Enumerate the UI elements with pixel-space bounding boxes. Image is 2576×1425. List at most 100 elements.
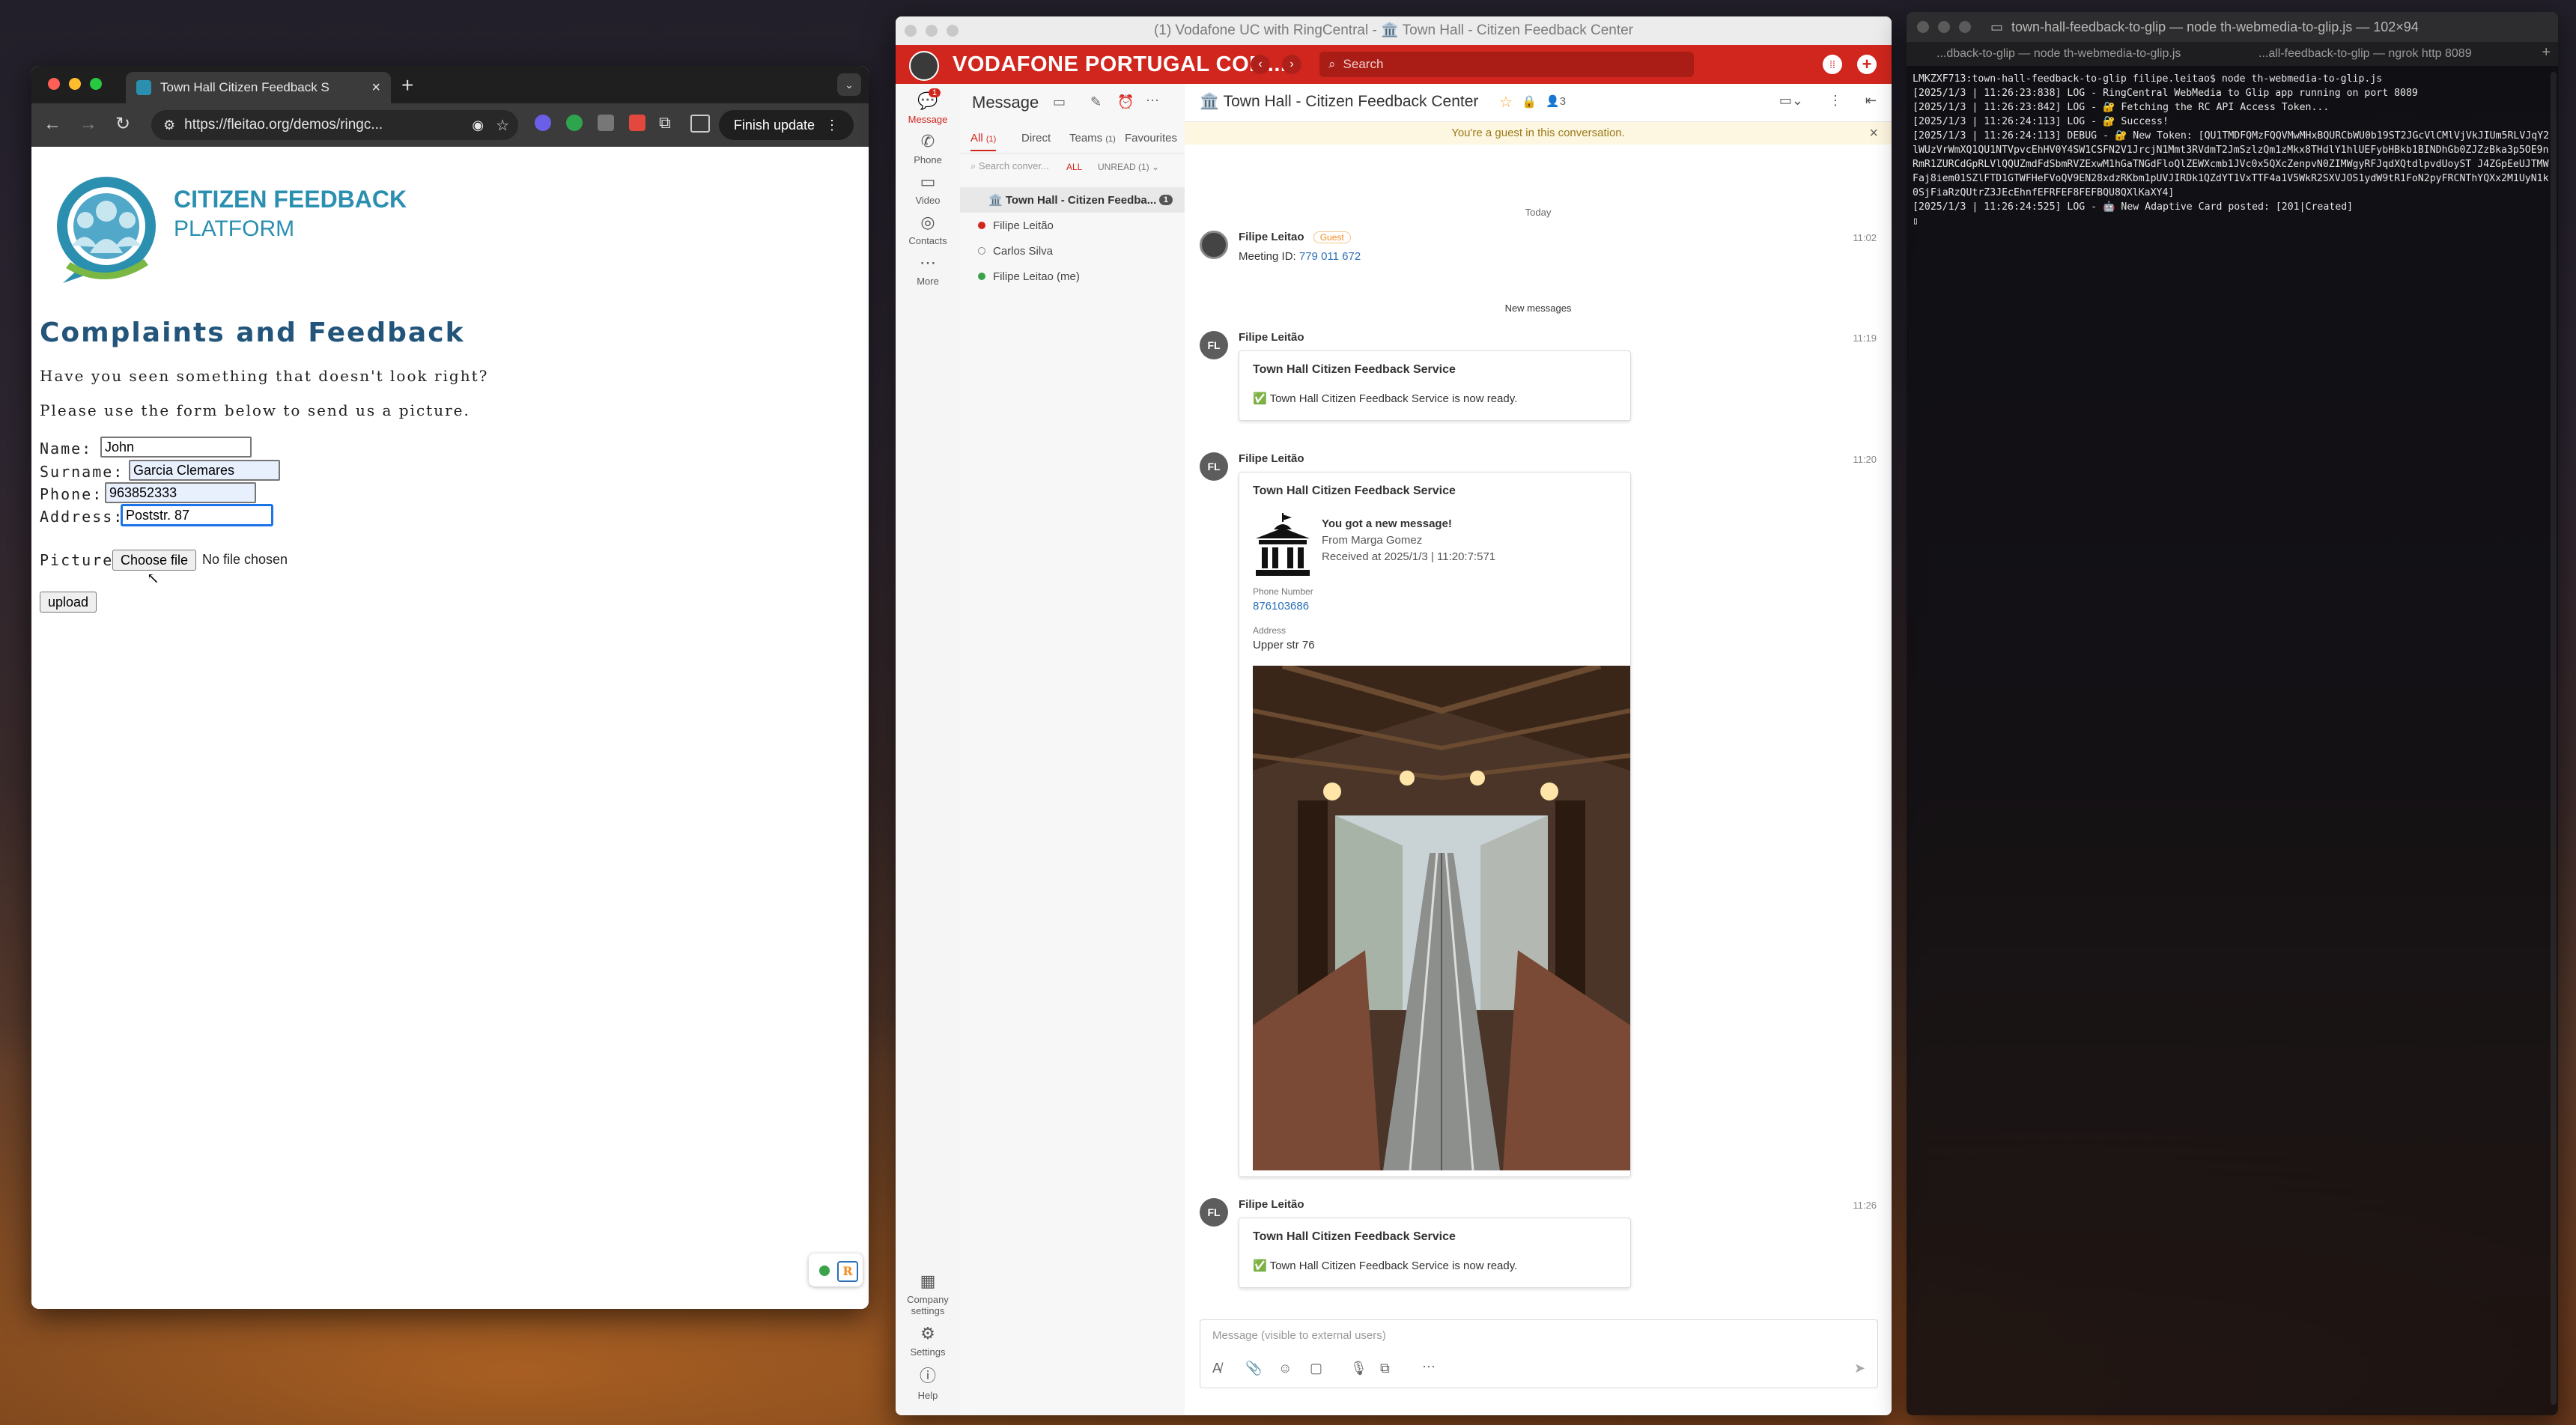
filter-all-tab[interactable]: All (1): [970, 132, 997, 151]
sidebar-icon[interactable]: [690, 115, 710, 133]
close-window-button[interactable]: [905, 25, 917, 37]
close-window-button[interactable]: [48, 78, 60, 90]
conversation-item-me[interactable]: Filipe Leitao (me): [960, 264, 1185, 289]
rail-contacts[interactable]: ◎ Contacts: [896, 213, 960, 246]
terminal-tab-ngrok[interactable]: ...all-feedback-to-glip — ngrok http 808…: [2258, 47, 2472, 61]
text-format-icon[interactable]: A̸: [1212, 1361, 1221, 1376]
dialpad-icon[interactable]: ⁞⁞: [1823, 55, 1842, 74]
tab-search-button[interactable]: ⌄: [837, 73, 861, 96]
nav-forward-icon[interactable]: ›: [1282, 55, 1301, 74]
avatar[interactable]: FL: [1200, 1198, 1228, 1227]
conversation-item-town-hall[interactable]: 🏛️ Town Hall - Citizen Feedba... 1: [960, 187, 1185, 213]
close-icon[interactable]: ×: [1869, 122, 1878, 145]
composer-input[interactable]: Message (visible to external users): [1212, 1329, 1865, 1342]
date-separator: Today: [1185, 207, 1892, 218]
card-from: From Marga Gomez: [1322, 534, 1423, 547]
forward-icon[interactable]: →: [79, 114, 97, 135]
extension-icon-4[interactable]: [629, 115, 645, 131]
filter-direct-tab[interactable]: Direct: [1021, 132, 1051, 145]
address-bar[interactable]: ⚙ https://fleitao.org/demos/ringc... ◉ ☆: [151, 110, 518, 140]
screen-capture-icon[interactable]: ⧉: [1380, 1361, 1390, 1376]
rail-help[interactable]: ⓘ Help: [896, 1363, 960, 1401]
message-icon: 💬: [917, 91, 938, 110]
terminal-output[interactable]: LMKZXF713:town-hall-feedback-to-glip fil…: [1907, 66, 2558, 234]
extension-icon-2[interactable]: [566, 115, 583, 131]
new-action-icon[interactable]: +: [1857, 55, 1877, 74]
conversation-list-panel: Message ▭ ✎ ⏰ ⋯ All (1) Direct Teams (1)…: [960, 84, 1185, 1415]
favorite-star-icon[interactable]: ☆: [1499, 93, 1513, 112]
new-tab-button[interactable]: +: [401, 73, 413, 97]
terminal-scrollbar[interactable]: [2551, 72, 2557, 1405]
meeting-id-link[interactable]: 779 011 672: [1299, 250, 1361, 263]
rail-phone[interactable]: ✆ Phone: [896, 132, 960, 165]
close-window-button[interactable]: [1917, 21, 1929, 33]
zoom-window-button[interactable]: [90, 78, 102, 90]
minimize-window-button[interactable]: [1938, 21, 1950, 33]
filter-teams-tab[interactable]: Teams (1): [1069, 132, 1116, 145]
name-label: Name:: [40, 440, 93, 458]
upload-button[interactable]: upload: [40, 592, 97, 613]
microphone-icon[interactable]: 🎙: [1350, 1361, 1367, 1376]
avatar[interactable]: FL: [1200, 452, 1228, 481]
rc-logo-icon: R: [837, 1261, 858, 1282]
minimize-window-button[interactable]: [926, 25, 938, 37]
site-settings-icon[interactable]: ⚙: [163, 118, 175, 133]
zoom-window-button[interactable]: [1959, 21, 1971, 33]
submitted-photo[interactable]: [1253, 666, 1630, 1170]
extension-icon-3[interactable]: [598, 115, 614, 131]
conversation-item-carlos-silva[interactable]: Carlos Silva: [960, 238, 1185, 264]
compose-icon[interactable]: ✎: [1090, 94, 1102, 110]
conversation-name: Filipe Leitao (me): [993, 270, 1080, 283]
reload-icon[interactable]: ↻: [115, 113, 130, 135]
attachment-icon[interactable]: 📎: [1245, 1361, 1262, 1376]
nav-back-icon[interactable]: ‹: [1251, 55, 1270, 74]
send-icon[interactable]: ➤: [1854, 1361, 1865, 1376]
address-field[interactable]: Poststr. 87: [121, 505, 273, 526]
video-call-icon[interactable]: ▭⌄: [1779, 93, 1803, 109]
surname-field[interactable]: Garcia Clemares: [129, 460, 280, 481]
browser-tab-active[interactable]: Town Hall Citizen Feedback S ×: [126, 72, 391, 103]
zoom-window-button[interactable]: [947, 25, 959, 37]
chip-all[interactable]: ALL: [1066, 162, 1082, 172]
rail-message[interactable]: 💬 1 Message: [896, 88, 960, 125]
logo-line-2: PLATFORM: [174, 216, 295, 241]
lock-icon: 🔒: [1522, 96, 1537, 109]
conversation-search[interactable]: ⌕ Search conver...: [970, 160, 1068, 178]
choose-file-button[interactable]: Choose file: [112, 550, 197, 571]
company-settings-icon: ▦: [920, 1271, 936, 1290]
minimize-window-button[interactable]: [69, 78, 81, 90]
chip-unread[interactable]: UNREAD (1) ⌄: [1098, 162, 1159, 172]
header-more-icon[interactable]: ⋮: [1829, 93, 1842, 109]
collapse-panel-icon[interactable]: ⇤: [1865, 93, 1877, 109]
terminal-tab-node[interactable]: ...dback-to-glip — node th-webmedia-to-g…: [1936, 47, 2181, 61]
bookmark-star-icon[interactable]: ☆: [496, 116, 509, 135]
gif-icon[interactable]: ▢: [1310, 1361, 1322, 1376]
filter-favourites-tab[interactable]: Favourites: [1125, 132, 1177, 145]
emoji-icon[interactable]: ☺: [1278, 1361, 1292, 1376]
avatar[interactable]: FL: [1200, 331, 1228, 359]
avatar[interactable]: [1200, 231, 1228, 259]
conversation-item-filipe-leitao[interactable]: Filipe Leitão: [960, 213, 1185, 238]
phone-field[interactable]: 963852333: [105, 482, 256, 503]
user-avatar[interactable]: [909, 51, 939, 81]
global-search-input[interactable]: ⌕ Search: [1319, 52, 1694, 77]
name-field[interactable]: John: [100, 437, 252, 458]
eye-icon[interactable]: ◉: [472, 118, 484, 133]
alarm-icon[interactable]: ⏰: [1117, 94, 1134, 110]
rail-company-settings[interactable]: ▦ Company settings: [896, 1271, 960, 1316]
rail-video[interactable]: ▭ Video: [896, 172, 960, 206]
members-icon[interactable]: 👤3: [1546, 94, 1566, 108]
ringcentral-widget[interactable]: R: [809, 1254, 863, 1286]
extensions-puzzle-icon[interactable]: ⧉: [659, 113, 671, 133]
phone-number-link[interactable]: 876103686: [1253, 600, 1309, 613]
new-tab-button[interactable]: +: [2542, 44, 2551, 61]
back-icon[interactable]: ←: [43, 114, 61, 135]
rail-more[interactable]: ⋯ More: [896, 253, 960, 287]
finish-update-button[interactable]: Finish update ⋮: [718, 110, 854, 140]
tab-close-icon[interactable]: ×: [371, 79, 380, 97]
rail-settings[interactable]: ⚙ Settings: [896, 1324, 960, 1358]
folder-icon[interactable]: ▭: [1053, 94, 1066, 110]
composer-more-icon[interactable]: ⋯: [1422, 1359, 1436, 1375]
list-more-icon[interactable]: ⋯: [1146, 93, 1159, 109]
extension-icon-1[interactable]: [535, 115, 551, 131]
